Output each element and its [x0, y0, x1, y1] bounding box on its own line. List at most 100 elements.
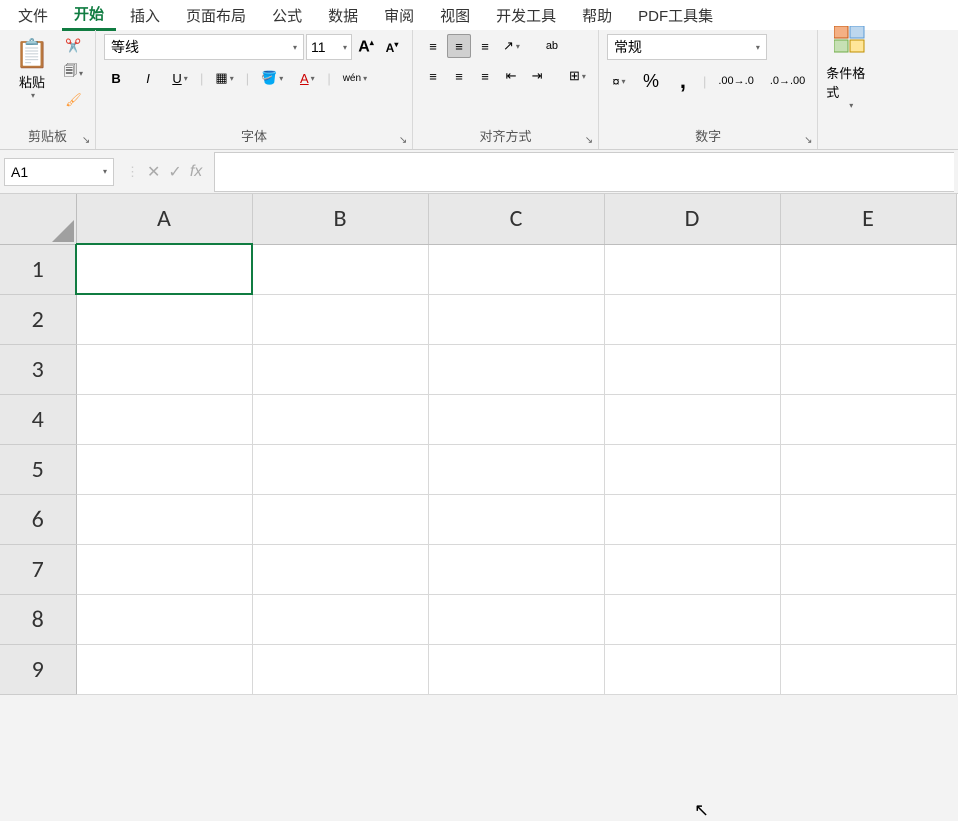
row-header[interactable]: 5 [0, 444, 76, 494]
cell[interactable] [252, 294, 428, 344]
cell[interactable] [780, 494, 956, 544]
cell[interactable] [604, 344, 780, 394]
cell[interactable] [428, 444, 604, 494]
cell[interactable] [76, 444, 252, 494]
cancel-button[interactable]: ✕ [147, 162, 160, 182]
name-box[interactable]: A1 ▾ [4, 158, 114, 186]
cell[interactable] [428, 344, 604, 394]
indent-increase-button[interactable]: ⇥ [525, 64, 549, 88]
cell[interactable] [76, 244, 252, 294]
align-center-button[interactable]: ≡ [447, 64, 471, 88]
font-size-select[interactable]: 11 ▾ [306, 34, 352, 60]
copy-button[interactable]: 🗐▾ [60, 60, 87, 86]
tab-help[interactable]: 帮助 [570, 1, 624, 30]
row-header[interactable]: 7 [0, 544, 76, 594]
cell[interactable] [604, 394, 780, 444]
shrink-font-button[interactable]: A▾ [380, 35, 404, 59]
bold-button[interactable]: B [104, 66, 128, 90]
wrap-text-button[interactable]: ab [540, 34, 564, 58]
cell[interactable] [604, 544, 780, 594]
cell[interactable] [76, 644, 252, 694]
formula-input[interactable] [214, 152, 954, 192]
font-color-button[interactable]: A▾ [295, 66, 319, 90]
increase-decimal-button[interactable]: .00→.0 [714, 69, 757, 93]
font-launcher[interactable]: ↘ [396, 133, 410, 147]
row-header[interactable]: 2 [0, 294, 76, 344]
percent-button[interactable]: % [639, 69, 663, 94]
cell[interactable] [252, 594, 428, 644]
number-format-select[interactable]: 常规 ▾ [607, 34, 767, 60]
cell[interactable] [780, 444, 956, 494]
tab-data[interactable]: 数据 [316, 1, 370, 30]
cell[interactable] [780, 244, 956, 294]
cell[interactable] [76, 294, 252, 344]
cell[interactable] [76, 344, 252, 394]
comma-button[interactable]: , [671, 66, 695, 96]
row-header[interactable]: 3 [0, 344, 76, 394]
tab-review[interactable]: 审阅 [372, 1, 426, 30]
font-name-select[interactable]: 等线 ▾ [104, 34, 304, 60]
alignment-launcher[interactable]: ↘ [582, 133, 596, 147]
cell[interactable] [252, 494, 428, 544]
cell[interactable] [604, 244, 780, 294]
col-header[interactable]: A [76, 194, 252, 244]
cell[interactable] [76, 594, 252, 644]
underline-button[interactable]: U▾ [168, 66, 192, 90]
cell[interactable] [428, 294, 604, 344]
tab-home[interactable]: 开始 [62, 0, 116, 31]
cell[interactable] [604, 594, 780, 644]
cell[interactable] [428, 644, 604, 694]
cell[interactable] [780, 594, 956, 644]
col-header[interactable]: E [780, 194, 956, 244]
cell[interactable] [76, 394, 252, 444]
tab-insert[interactable]: 插入 [118, 1, 172, 30]
grow-font-button[interactable]: A▴ [354, 35, 378, 59]
align-bottom-button[interactable]: ≡ [473, 34, 497, 58]
align-middle-button[interactable]: ≡ [447, 34, 471, 58]
confirm-button[interactable]: ✓ [168, 162, 181, 182]
align-top-button[interactable]: ≡ [421, 34, 445, 58]
paste-button[interactable]: 📋 粘贴 ▾ [8, 34, 56, 102]
cell[interactable] [252, 644, 428, 694]
align-right-button[interactable]: ≡ [473, 64, 497, 88]
row-header[interactable]: 4 [0, 394, 76, 444]
cell[interactable] [428, 394, 604, 444]
row-header[interactable]: 9 [0, 644, 76, 694]
cell[interactable] [604, 644, 780, 694]
tab-pagelayout[interactable]: 页面布局 [174, 1, 258, 30]
col-header[interactable]: C [428, 194, 604, 244]
cell[interactable] [428, 594, 604, 644]
col-header[interactable]: B [252, 194, 428, 244]
row-header[interactable]: 8 [0, 594, 76, 644]
cell[interactable] [780, 544, 956, 594]
cell[interactable] [604, 294, 780, 344]
format-painter-button[interactable]: 🖌 [61, 88, 86, 112]
tab-developer[interactable]: 开发工具 [484, 1, 568, 30]
cell[interactable] [252, 244, 428, 294]
align-left-button[interactable]: ≡ [421, 64, 445, 88]
orientation-button[interactable]: ↗▾ [499, 34, 524, 58]
border-button[interactable]: ▦▾ [211, 66, 237, 90]
cell[interactable] [604, 444, 780, 494]
cell[interactable] [780, 294, 956, 344]
fill-color-button[interactable]: 🪣▾ [257, 66, 287, 90]
row-header[interactable]: 1 [0, 244, 76, 294]
cell[interactable] [780, 394, 956, 444]
conditional-format-button[interactable]: 条件格式 ▾ [826, 34, 874, 102]
cell[interactable] [252, 544, 428, 594]
row-header[interactable]: 6 [0, 494, 76, 544]
tab-file[interactable]: 文件 [6, 1, 60, 30]
indent-decrease-button[interactable]: ⇤ [499, 64, 523, 88]
tab-view[interactable]: 视图 [428, 1, 482, 30]
cell[interactable] [252, 394, 428, 444]
cell[interactable] [76, 544, 252, 594]
cell[interactable] [780, 644, 956, 694]
italic-button[interactable]: I [136, 66, 160, 90]
col-header[interactable]: D [604, 194, 780, 244]
fx-button[interactable]: fx [190, 163, 202, 181]
select-all-corner[interactable] [0, 194, 76, 244]
cell[interactable] [780, 344, 956, 394]
cell[interactable] [76, 494, 252, 544]
cell[interactable] [428, 244, 604, 294]
tab-pdf[interactable]: PDF工具集 [626, 1, 725, 30]
